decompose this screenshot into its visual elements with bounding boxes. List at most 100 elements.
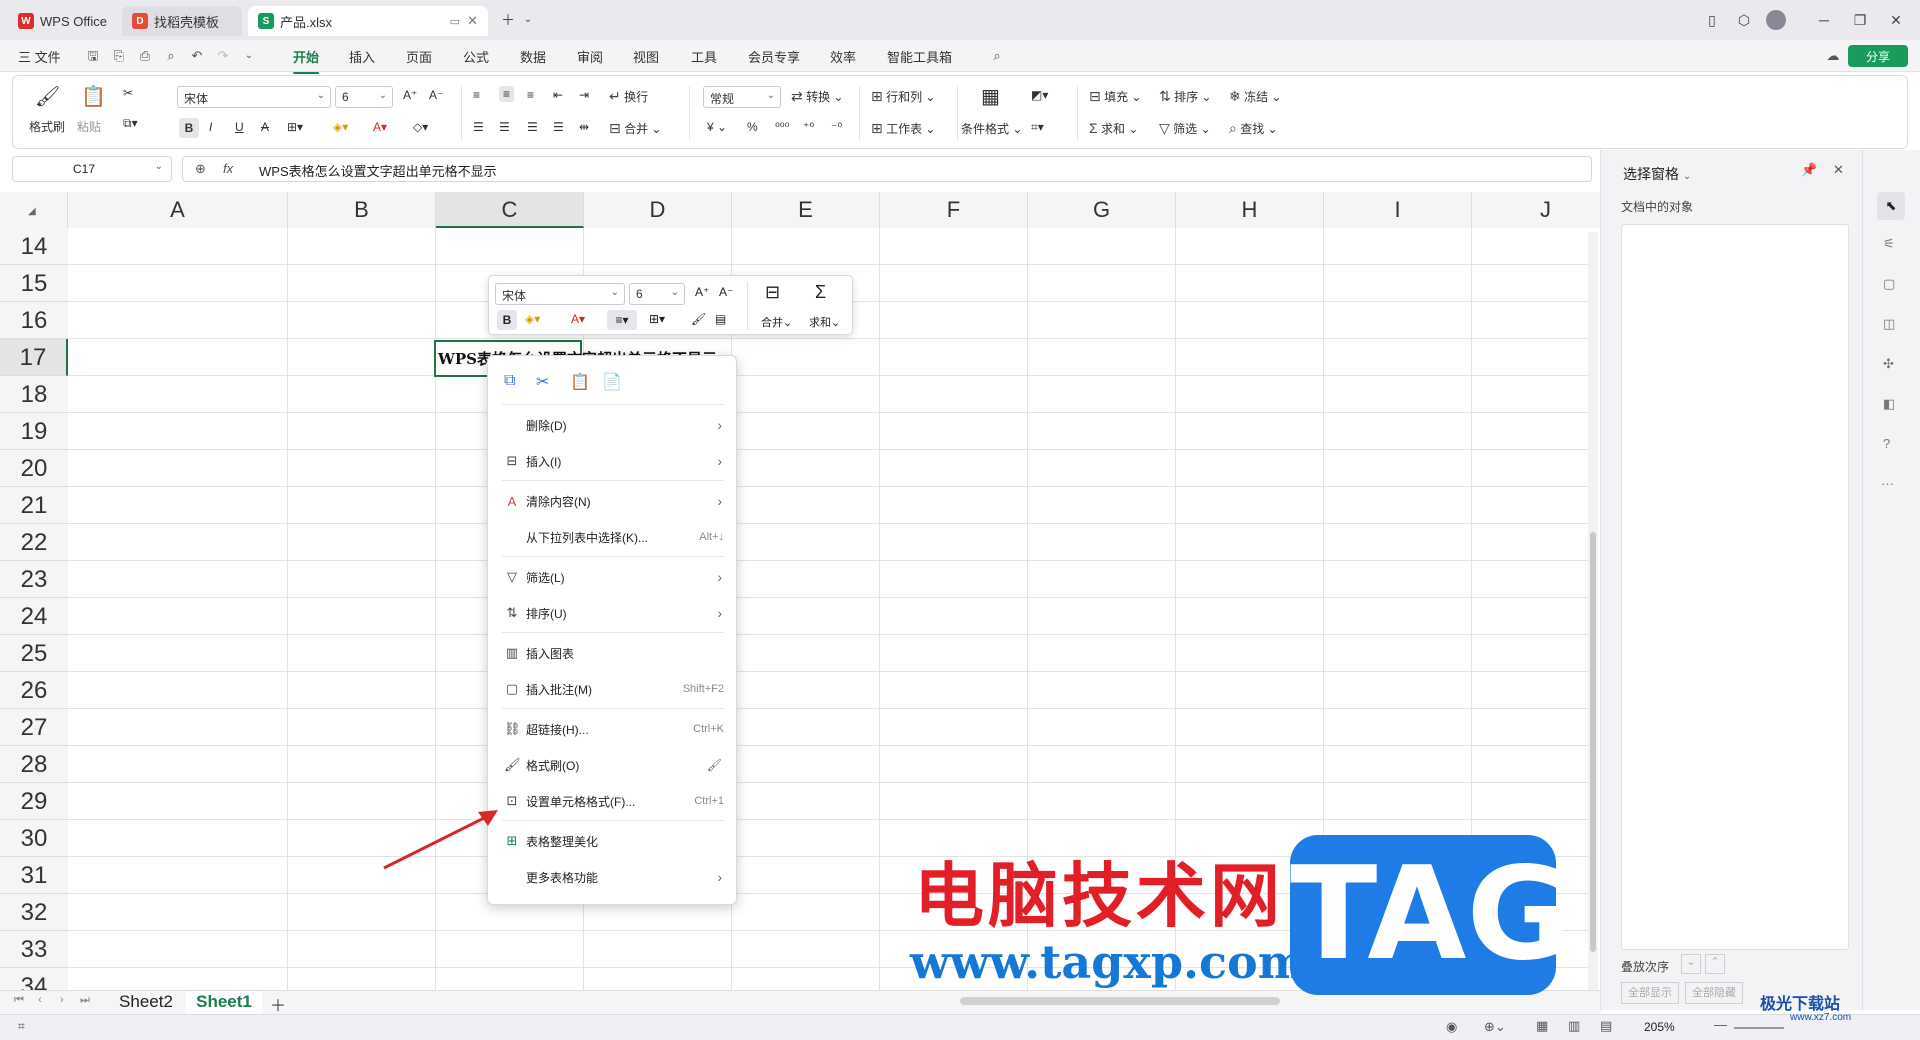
menu-insert[interactable]: 插入	[349, 47, 375, 66]
freeze-button[interactable]: ❄ 冻结 ⌄	[1229, 88, 1281, 105]
cloud-icon[interactable]: ☁	[1824, 47, 1842, 65]
menu-review[interactable]: 审阅	[577, 47, 603, 66]
mini-font-select[interactable]: 宋体 ⌄	[495, 283, 625, 305]
ctx-format-cells[interactable]: ⊡ 设置单元格格式(F)... Ctrl+1	[488, 784, 738, 818]
ctx-copy-icon[interactable]: ⧉	[504, 372, 515, 390]
menu-view[interactable]: 视图	[633, 47, 659, 66]
mini-fill-color-icon[interactable]: ◈▾	[525, 312, 540, 326]
sheet-tab-sheet2[interactable]: Sheet2	[108, 991, 184, 1013]
horizontal-scrollbar[interactable]	[960, 997, 1280, 1005]
save-icon[interactable]: 🖫	[84, 47, 102, 65]
percent-icon[interactable]: %	[747, 120, 758, 134]
copy-icon[interactable]: ⧉▾	[123, 116, 138, 131]
search-icon[interactable]: ⌕	[988, 47, 1006, 65]
align-middle-icon[interactable]: ≡	[499, 86, 515, 102]
ctx-sort[interactable]: ⇅ 排序(U) ›	[488, 596, 738, 630]
select-pointer-icon[interactable]: ⬉	[1877, 192, 1905, 220]
more-icon[interactable]: ···	[1881, 476, 1894, 491]
more-chevron-icon[interactable]: ⌄	[240, 47, 258, 65]
show-all-button[interactable]: 全部显示	[1621, 982, 1679, 1004]
menu-member[interactable]: 会员专享	[748, 47, 800, 66]
menu-formula[interactable]: 公式	[463, 47, 489, 66]
number-format-select[interactable]: 常规 ⌄	[703, 86, 781, 108]
row-header-20[interactable]: 20	[0, 450, 68, 487]
ctx-hyperlink[interactable]: ⛓ 超链接(H)... Ctrl+K	[488, 712, 738, 746]
fill-button[interactable]: ⊟ 填充 ⌄	[1089, 88, 1141, 105]
comment-icon[interactable]: ▢	[1883, 276, 1895, 292]
indent-increase-icon[interactable]: ⇥	[579, 88, 589, 102]
bold-icon[interactable]: B	[179, 118, 199, 138]
ctx-delete[interactable]: 删除(D) ›	[488, 408, 738, 442]
ctx-pick-from-list[interactable]: 从下拉列表中选择(K)... Alt+↓	[488, 520, 738, 554]
menu-page[interactable]: 页面	[406, 47, 432, 66]
column-header-d[interactable]: D	[584, 192, 732, 228]
ctx-format-painter[interactable]: 🖌 格式刷(O) 🖌	[488, 748, 738, 782]
macro-icon[interactable]: ⌗	[18, 1019, 25, 1034]
page-break-icon[interactable]: ▤	[1600, 1018, 1612, 1034]
tools-icon[interactable]: ✣	[1883, 356, 1894, 372]
mini-border-icon[interactable]: ⊞▾	[649, 312, 665, 326]
close-tab-icon[interactable]: ✕	[467, 13, 478, 29]
close-window-icon[interactable]: ✕	[1886, 10, 1906, 30]
menu-smart-toolbox[interactable]: 智能工具箱	[887, 47, 952, 66]
fill-color-icon[interactable]: ◈▾	[333, 120, 348, 134]
decimal-increase-icon[interactable]: ⁺⁰	[803, 120, 814, 134]
print-icon[interactable]: ⎙	[136, 47, 154, 65]
tab-templates[interactable]: D 找稻壳模板	[122, 6, 242, 36]
column-header-g[interactable]: G	[1028, 192, 1176, 228]
mini-bold-icon[interactable]: B	[497, 310, 517, 330]
column-header-i[interactable]: I	[1324, 192, 1472, 228]
strikethrough-icon[interactable]: A	[261, 120, 269, 134]
align-center-icon[interactable]: ☰	[499, 120, 510, 134]
fx-icon[interactable]: fx	[223, 161, 233, 176]
column-header-a[interactable]: A	[68, 192, 288, 228]
mini-format-painter-icon[interactable]: 🖌	[691, 312, 706, 326]
justify-icon[interactable]: ☰	[553, 120, 564, 134]
format-painter-button[interactable]: 格式刷	[29, 118, 65, 135]
column-header-b[interactable]: B	[288, 192, 436, 228]
mini-cell-format-icon[interactable]: ▤	[715, 312, 726, 326]
increase-font-icon[interactable]: A⁺	[403, 88, 417, 102]
decimal-decrease-icon[interactable]: ⁻⁰	[831, 120, 842, 134]
row-header-15[interactable]: 15	[0, 265, 68, 302]
normal-view-icon[interactable]: ▦	[1536, 1018, 1548, 1034]
vertical-scrollbar[interactable]	[1588, 232, 1598, 992]
cube-icon[interactable]: ⬡	[1734, 10, 1754, 30]
distribute-icon[interactable]: ⇹	[579, 120, 589, 134]
restore-icon[interactable]: ❐	[1850, 10, 1870, 30]
print-preview-icon[interactable]: ⌕	[162, 47, 180, 65]
mini-merge-button[interactable]: 合并⌄	[761, 314, 792, 330]
zoom-level[interactable]: 205%	[1644, 1020, 1675, 1034]
scroll-thumb[interactable]	[1590, 532, 1596, 952]
book-icon[interactable]: ◧	[1883, 396, 1895, 412]
indent-decrease-icon[interactable]: ⇤	[553, 88, 563, 102]
find-button[interactable]: ⌕ 查找 ⌄	[1229, 120, 1278, 137]
row-header-24[interactable]: 24	[0, 598, 68, 635]
name-box[interactable]: C17 ⌄	[12, 156, 172, 182]
row-header-26[interactable]: 26	[0, 672, 68, 709]
ctx-more-features[interactable]: 更多表格功能 ›	[488, 860, 738, 894]
layout-icon[interactable]: ▯	[1702, 10, 1722, 30]
row-header-25[interactable]: 25	[0, 635, 68, 672]
row-header-23[interactable]: 23	[0, 561, 68, 598]
move-up-icon[interactable]: ⌃	[1705, 954, 1725, 974]
ctx-insert[interactable]: ⊟ 插入(I) ›	[488, 444, 738, 478]
export-icon[interactable]: ⎘	[110, 47, 128, 65]
select-all-corner[interactable]: ◢	[0, 192, 68, 228]
close-pane-icon[interactable]: ✕	[1833, 162, 1844, 178]
column-header-j[interactable]: J	[1472, 192, 1620, 228]
tab-list-chevron-icon[interactable]: ⌄	[518, 10, 538, 30]
sort-button[interactable]: ⇅ 排序 ⌄	[1159, 88, 1211, 105]
sum-button[interactable]: Σ 求和 ⌄	[1089, 120, 1138, 137]
painter-lock-icon[interactable]: 🖌	[707, 758, 722, 772]
row-header-30[interactable]: 30	[0, 820, 68, 857]
prev-sheet-icon[interactable]: ‹	[38, 994, 42, 1006]
add-sheet-icon[interactable]: ＋	[270, 992, 286, 1016]
page-layout-icon[interactable]: ▥	[1568, 1018, 1580, 1034]
object-list[interactable]	[1621, 224, 1849, 950]
font-color-icon[interactable]: A▾	[373, 120, 387, 134]
paste-button[interactable]: 粘贴	[77, 118, 101, 135]
ctx-insert-chart[interactable]: ▥ 插入图表	[488, 636, 738, 670]
mini-increase-font-icon[interactable]: A⁺	[695, 285, 709, 299]
last-sheet-icon[interactable]: ⏭	[80, 994, 90, 1007]
